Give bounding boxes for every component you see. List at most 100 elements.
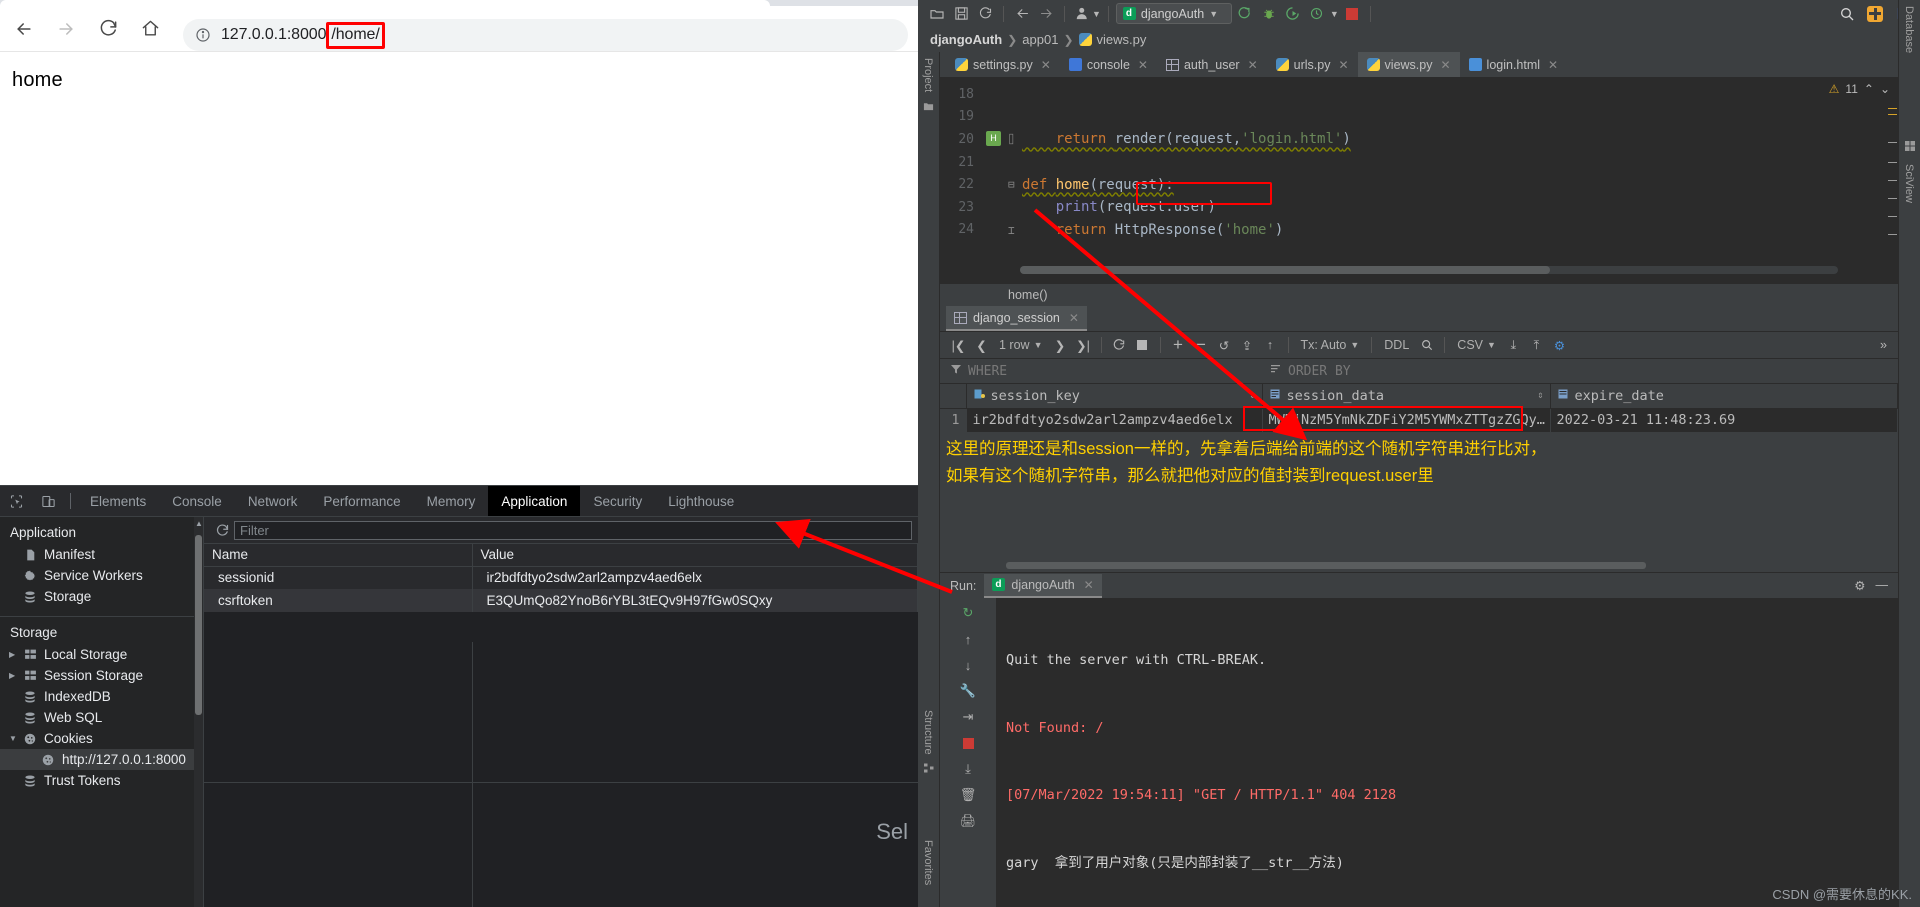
soft-wrap-icon[interactable]: ⇥: [957, 706, 979, 728]
sync-icon[interactable]: [974, 3, 996, 25]
sidebar-item-indexeddb[interactable]: IndexedDB: [0, 686, 203, 707]
open-folder-icon[interactable]: [926, 3, 948, 25]
sidebar-item-storage[interactable]: Storage: [0, 586, 203, 607]
tab-lighthouse[interactable]: Lighthouse: [655, 486, 747, 516]
chevron-down-icon[interactable]: ▼: [1350, 340, 1359, 350]
forward-arrow-icon[interactable]: [1035, 3, 1057, 25]
tab-login-html[interactable]: login.html ✕: [1460, 52, 1568, 77]
device-toolbar-icon[interactable]: [32, 486, 64, 516]
stop-icon[interactable]: [1132, 335, 1153, 356]
settings-icon[interactable]: ⚙: [1549, 335, 1570, 356]
run-config-tab[interactable]: d djangoAuth ✕: [984, 573, 1102, 598]
transaction-mode-selector[interactable]: Tx: Auto ▼: [1296, 338, 1365, 352]
rail-project-label[interactable]: Project: [922, 52, 934, 92]
tab-elements[interactable]: Elements: [77, 486, 159, 516]
run-console-output[interactable]: Quit the server with CTRL-BREAK. Not Fou…: [996, 598, 1898, 907]
tab-console[interactable]: console ✕: [1060, 52, 1157, 77]
sort-indicator-icon[interactable]: ⇕: [1537, 390, 1549, 401]
wrench-icon[interactable]: 🔧: [957, 680, 979, 702]
tab-settings-py[interactable]: settings.py ✕: [946, 52, 1060, 77]
cell-session-key[interactable]: ir2bdfdtyo2sdw2arl2ampzv4aed6elx: [966, 408, 1263, 432]
coverage-icon[interactable]: [1282, 3, 1304, 25]
user-icon[interactable]: [1072, 3, 1094, 25]
save-icon[interactable]: [950, 3, 972, 25]
tab-performance[interactable]: Performance: [310, 486, 413, 516]
close-icon[interactable]: ✕: [1138, 58, 1148, 72]
home-button[interactable]: [132, 11, 168, 47]
reload-button[interactable]: [90, 11, 126, 47]
revert-icon[interactable]: ↺: [1214, 335, 1235, 356]
fold-end-icon[interactable]: ⌶: [1008, 224, 1015, 237]
sidebar-item-local-storage[interactable]: ▶ Local Storage: [0, 644, 203, 665]
breadcrumb-file[interactable]: views.py: [1097, 32, 1147, 47]
stop-icon[interactable]: [957, 732, 979, 754]
address-bar[interactable]: 127.0.0.1:8000/home/: [183, 19, 908, 51]
run-icon[interactable]: [1234, 3, 1256, 25]
rerun-icon[interactable]: ↻: [957, 602, 979, 624]
chevron-right-icon[interactable]: ▶: [9, 650, 20, 659]
back-button[interactable]: [6, 11, 42, 47]
column-header-value[interactable]: Value: [472, 544, 918, 567]
rail-favorites-label[interactable]: Favorites: [922, 834, 934, 885]
forward-button[interactable]: [48, 11, 84, 47]
filter-input[interactable]: [234, 520, 912, 540]
database-horizontal-scrollbar[interactable]: [946, 562, 1892, 569]
first-page-icon[interactable]: |❮: [948, 335, 969, 356]
fold-minus-icon[interactable]: ⊟: [1008, 178, 1015, 191]
more-options-icon[interactable]: »: [1877, 335, 1898, 356]
tab-application[interactable]: Application: [488, 486, 581, 516]
scroll-up-arrow-icon[interactable]: ▲: [195, 520, 203, 528]
close-icon[interactable]: ✕: [1069, 311, 1079, 325]
html-marker-icon[interactable]: H: [986, 131, 1001, 147]
refresh-icon[interactable]: [210, 523, 234, 538]
editor-error-stripe[interactable]: [1884, 102, 1898, 272]
tab-security[interactable]: Security: [580, 486, 655, 516]
sidebar-scrollbar[interactable]: ▲: [194, 517, 203, 907]
scrollbar-thumb[interactable]: [195, 535, 202, 715]
reload-icon[interactable]: [1109, 335, 1130, 356]
close-icon[interactable]: ✕: [1248, 58, 1258, 72]
row-count-selector[interactable]: 1 row ▼: [994, 338, 1048, 352]
csv-format-selector[interactable]: CSV ▼: [1452, 338, 1501, 352]
column-header-expire-date[interactable]: expire_date: [1550, 384, 1898, 409]
sidebar-item-manifest[interactable]: Manifest: [0, 544, 203, 565]
chevron-right-icon[interactable]: ▶: [9, 671, 20, 680]
chevron-down-icon[interactable]: ▼: [1034, 340, 1043, 350]
sidebar-item-cookie-origin[interactable]: http://127.0.0.1:8000: [0, 749, 203, 770]
sort-indicator-icon[interactable]: ⇕: [1249, 390, 1261, 401]
tab-django-session[interactable]: django_session ✕: [946, 306, 1087, 331]
close-icon[interactable]: ✕: [1338, 58, 1348, 72]
chevron-down-icon[interactable]: ▼: [1330, 9, 1339, 19]
export-icon[interactable]: ⤓: [1503, 335, 1524, 356]
table-row[interactable]: sessionid ir2bdfdtyo2sdw2arl2ampzv4aed6e…: [204, 566, 918, 589]
sidebar-item-web-sql[interactable]: Web SQL: [0, 707, 203, 728]
tab-network[interactable]: Network: [235, 486, 311, 516]
sidebar-item-service-workers[interactable]: Service Workers: [0, 565, 203, 586]
editor-horizontal-scrollbar[interactable]: [1020, 266, 1838, 274]
rail-sciview-label[interactable]: SciView: [1903, 158, 1915, 203]
search-icon[interactable]: [1836, 3, 1858, 25]
scrollbar-thumb[interactable]: [1006, 562, 1646, 569]
sidebar-item-trust-tokens[interactable]: Trust Tokens: [0, 770, 203, 791]
print-icon[interactable]: 🖨: [957, 810, 979, 832]
minimize-icon[interactable]: —: [1876, 578, 1889, 593]
run-configuration-selector[interactable]: d djangoAuth ▼: [1115, 3, 1232, 24]
chevron-down-icon[interactable]: ▼: [9, 734, 20, 743]
ddl-button[interactable]: DDL: [1379, 338, 1414, 352]
jump-to-end-icon[interactable]: ⤓: [957, 758, 979, 780]
close-icon[interactable]: ✕: [1548, 58, 1558, 72]
last-page-icon[interactable]: ❯|: [1073, 335, 1094, 356]
sidebar-item-session-storage[interactable]: ▶ Session Storage: [0, 665, 203, 686]
clear-all-icon[interactable]: 🗑: [957, 784, 979, 806]
column-header-session-data[interactable]: session_data ⇕: [1262, 384, 1551, 409]
scroll-up-icon[interactable]: ↑: [957, 628, 979, 650]
search-icon[interactable]: [1416, 335, 1437, 356]
import-icon[interactable]: ⤒: [1526, 335, 1547, 356]
tab-console[interactable]: Console: [159, 486, 235, 516]
submit-icon[interactable]: ⇪: [1237, 335, 1258, 356]
upload-icon[interactable]: ↑: [1260, 335, 1281, 356]
close-icon[interactable]: ✕: [1440, 58, 1450, 72]
plugin-icon[interactable]: [1864, 3, 1886, 25]
tab-urls-py[interactable]: urls.py ✕: [1267, 52, 1358, 77]
back-arrow-icon[interactable]: [1011, 3, 1033, 25]
